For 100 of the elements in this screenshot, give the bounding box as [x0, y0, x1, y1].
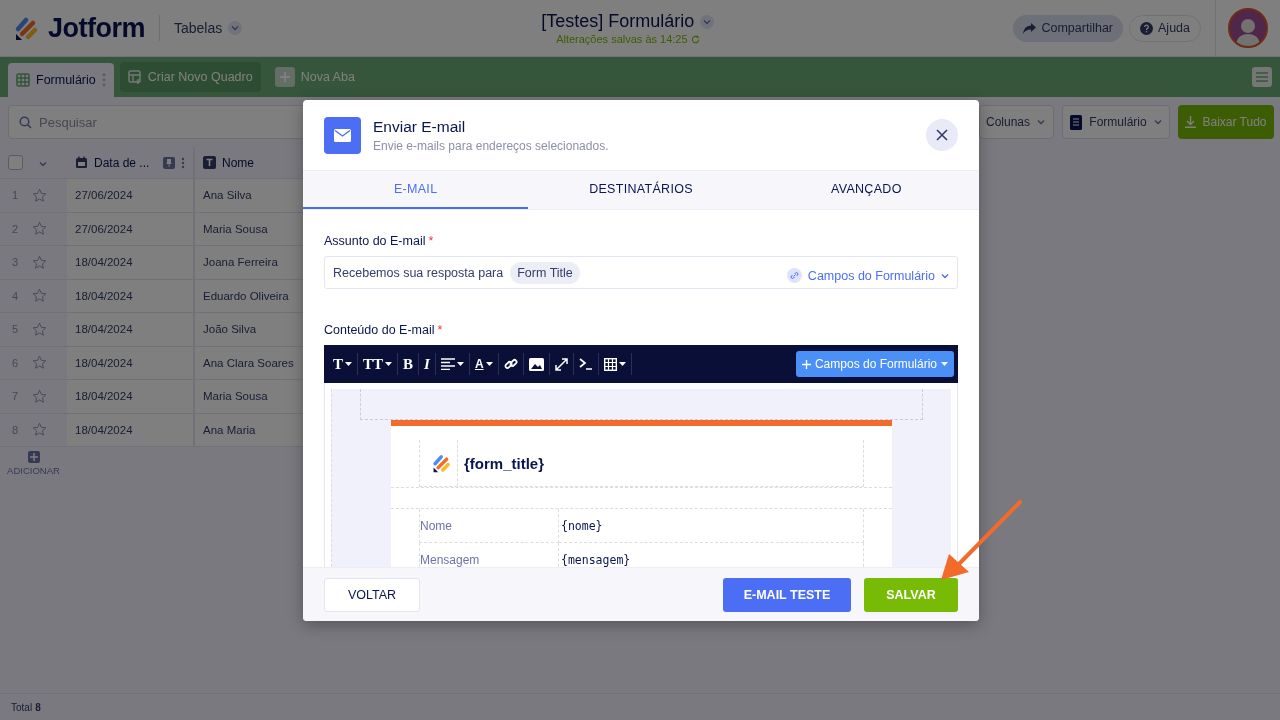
table-cell: Joana Ferreira [203, 256, 278, 269]
refresh-icon [690, 34, 700, 44]
close-icon [936, 129, 948, 141]
pin-icon[interactable] [163, 156, 175, 169]
caret-icon [1037, 119, 1045, 125]
table-cell: 18/04/2024 [75, 323, 133, 336]
checkbox[interactable] [8, 155, 23, 170]
more-icon[interactable] [101, 73, 106, 87]
help-icon [1140, 21, 1153, 35]
form-title: [Testes] Formulário [541, 11, 695, 32]
columns-button[interactable]: Colunas [979, 105, 1054, 139]
more-icon[interactable] [181, 156, 185, 169]
caret-icon [618, 362, 626, 366]
subject-field[interactable]: Recebemos sua resposta para Form Title Campos do Formulário [324, 256, 958, 289]
board-icon [127, 70, 142, 84]
bold-tool[interactable]: B [398, 353, 420, 375]
form-fields-menu[interactable]: Campos do Formulário [786, 268, 949, 283]
dialog-tab[interactable]: AVANÇADO [753, 171, 979, 209]
required-mark: * [428, 234, 434, 248]
document-icon [1070, 114, 1083, 130]
caret-icon [941, 272, 949, 279]
saved-status: Alterações salvas às 14:25 [556, 33, 688, 45]
grid-icon [16, 73, 30, 87]
table-cell: Eduardo Oliveira [203, 289, 289, 302]
caret-icon [456, 362, 464, 366]
form-button[interactable]: Formulário [1062, 105, 1170, 139]
align-icon [440, 358, 455, 370]
size-tool[interactable]: TT [358, 353, 399, 375]
table-cell: 27/06/2024 [75, 222, 133, 235]
download-icon [1185, 116, 1197, 128]
star-icon[interactable] [32, 187, 47, 203]
caret-icon [345, 362, 352, 366]
column-header[interactable]: Data de ... [94, 155, 150, 170]
tab[interactable]: Criar Novo Quadro [119, 62, 261, 92]
font-tool[interactable]: T [328, 353, 358, 375]
dialog-tab[interactable]: DESTINATÁRIOS [528, 171, 754, 209]
close-button[interactable] [926, 119, 958, 151]
link-icon [786, 268, 802, 283]
star-icon[interactable] [32, 254, 47, 270]
calendar-icon [75, 156, 88, 169]
avatar[interactable] [1228, 8, 1268, 48]
table-cell: 18/04/2024 [75, 423, 133, 436]
table-cell: 18/04/2024 [75, 390, 133, 403]
star-icon[interactable] [32, 388, 47, 404]
column-header[interactable]: Nome [222, 155, 254, 170]
text-type-icon [203, 156, 216, 169]
table-cell: Nome [419, 509, 559, 543]
star-icon[interactable] [32, 422, 47, 438]
help-button[interactable]: Ajuda [1129, 14, 1201, 42]
table-cell: Ana Clara Soares [203, 356, 294, 369]
search-icon [19, 116, 32, 129]
insert-fields-button[interactable]: Campos do Formulário [795, 351, 954, 377]
italic-tool[interactable]: I [419, 353, 436, 375]
required-mark: * [437, 323, 443, 337]
table-cell: Maria Sousa [203, 390, 268, 403]
plus-icon [274, 67, 295, 87]
caret-icon [39, 160, 47, 167]
mail-icon [324, 116, 361, 154]
dialog-tab[interactable]: E-MAIL [303, 171, 529, 209]
save-button[interactable]: SALVAR [864, 577, 958, 612]
caret-icon [385, 362, 393, 366]
star-icon[interactable] [32, 321, 47, 337]
star-icon[interactable] [32, 288, 47, 304]
star-icon[interactable] [32, 355, 47, 371]
menu-icon[interactable] [1252, 67, 1272, 87]
star-icon[interactable] [32, 221, 47, 237]
caret-icon [231, 25, 240, 31]
table-cell: João Silva [203, 323, 257, 336]
dialog-subtitle: Envie e-mails para endereços selecionados. [373, 138, 609, 153]
expand-icon [554, 357, 568, 371]
test-email-button[interactable]: E-MAIL TESTE [723, 577, 851, 612]
preview-title: {form_title} [463, 454, 545, 472]
back-button[interactable]: VOLTAR [324, 577, 420, 612]
content-label: Conteúdo do E-mail [324, 323, 435, 337]
add-button[interactable]: ADICIONAR [7, 465, 60, 476]
tab[interactable]: Formulário [8, 63, 114, 97]
table-icon [603, 357, 617, 371]
table-cell: Ana Silva [203, 189, 252, 202]
table-cell: {nome} [559, 509, 864, 543]
subject-text: Recebemos sua resposta para [333, 265, 504, 280]
table-cell: 27/06/2024 [75, 189, 133, 202]
table-cell: 18/04/2024 [75, 256, 133, 269]
logo-icon [431, 452, 452, 474]
image-icon [528, 357, 544, 371]
link-icon [503, 357, 518, 371]
logo-icon [14, 15, 40, 41]
table-cell: Ana Maria [203, 423, 256, 436]
subject-label: Assunto do E-mail [324, 234, 426, 248]
tables-menu[interactable]: Tabelas [174, 20, 243, 36]
table-cell: 18/04/2024 [75, 289, 133, 302]
table-cell: 18/04/2024 [75, 356, 133, 369]
color-tool[interactable]: A [469, 353, 499, 375]
caret-icon [703, 18, 712, 25]
form-title-tag: Form Title [510, 261, 580, 284]
caret-icon [941, 362, 948, 366]
caret-icon [485, 362, 493, 366]
plus-icon [801, 359, 811, 369]
caret-icon [1153, 119, 1162, 125]
share-button[interactable]: Compartilhar [1013, 14, 1123, 42]
terminal-icon [578, 358, 593, 370]
